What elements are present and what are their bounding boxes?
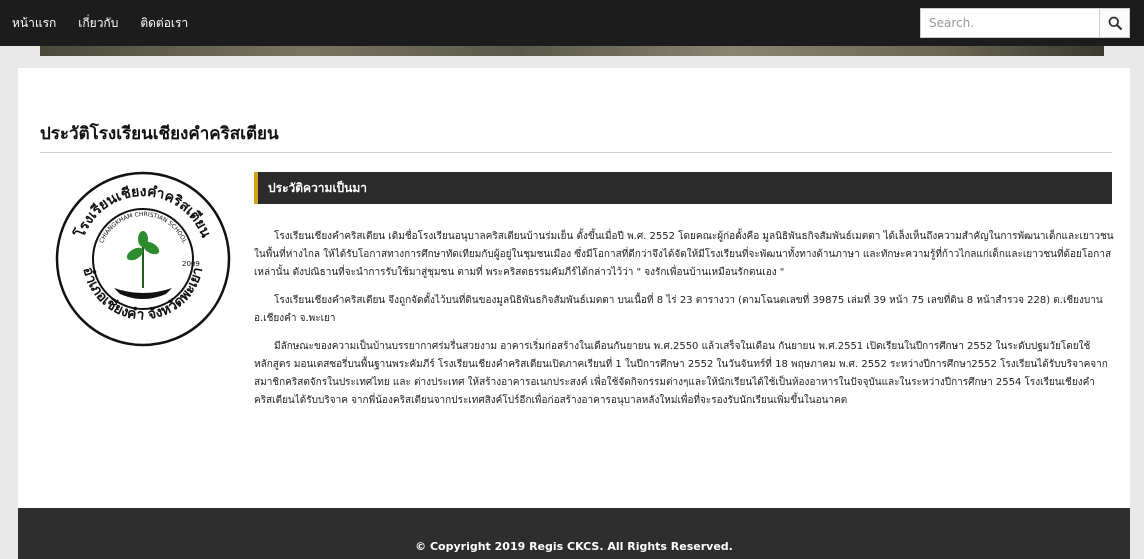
search-button[interactable] bbox=[1099, 9, 1129, 37]
nav-item-about[interactable]: เกี่ยวกับ bbox=[78, 14, 118, 33]
search-input[interactable] bbox=[921, 9, 1100, 37]
logo-leaf-top bbox=[138, 231, 148, 247]
section-header-text: ประวัติความเป็นมา bbox=[268, 180, 368, 195]
history-body: โรงเรียนเชียงคำคริสเตียน เดิมชื่อโรงเรีย… bbox=[254, 228, 1114, 420]
history-paragraph-3: มีลักษณะของความเป็นบ้านบรรยากาศร่มรื่นสว… bbox=[254, 341, 1108, 406]
top-navbar: หน้าแรก เกี่ยวกับ ติดต่อเรา bbox=[0, 0, 1144, 46]
search-box bbox=[920, 8, 1130, 38]
school-logo: โรงเรียนเชียงคำคริสเตียน อำเภอเชียงคำ จั… bbox=[55, 171, 231, 347]
search-icon bbox=[1108, 16, 1122, 30]
banner-image-strip bbox=[40, 46, 1104, 56]
history-paragraph-1: โรงเรียนเชียงคำคริสเตียน เดิมชื่อโรงเรีย… bbox=[254, 231, 1114, 278]
title-divider bbox=[40, 152, 1112, 153]
nav-links: หน้าแรก เกี่ยวกับ ติดต่อเรา bbox=[0, 0, 210, 46]
footer: © Copyright 2019 Regis CKCS. All Rights … bbox=[18, 508, 1130, 559]
nav-item-home[interactable]: หน้าแรก bbox=[12, 14, 56, 33]
footer-copyright: © Copyright 2019 Regis CKCS. All Rights … bbox=[415, 540, 733, 553]
logo-year: 2009 bbox=[182, 260, 200, 268]
page-title: ประวัติโรงเรียนเชียงคำคริสเตียน bbox=[40, 124, 279, 144]
section-header: ประวัติความเป็นมา bbox=[254, 172, 1112, 204]
history-paragraph-2: โรงเรียนเชียงคำคริสเตียน จึงถูกจัดตั้งไว… bbox=[254, 295, 1103, 324]
nav-item-contact[interactable]: ติดต่อเรา bbox=[140, 14, 188, 33]
section-header-accent bbox=[254, 172, 258, 204]
